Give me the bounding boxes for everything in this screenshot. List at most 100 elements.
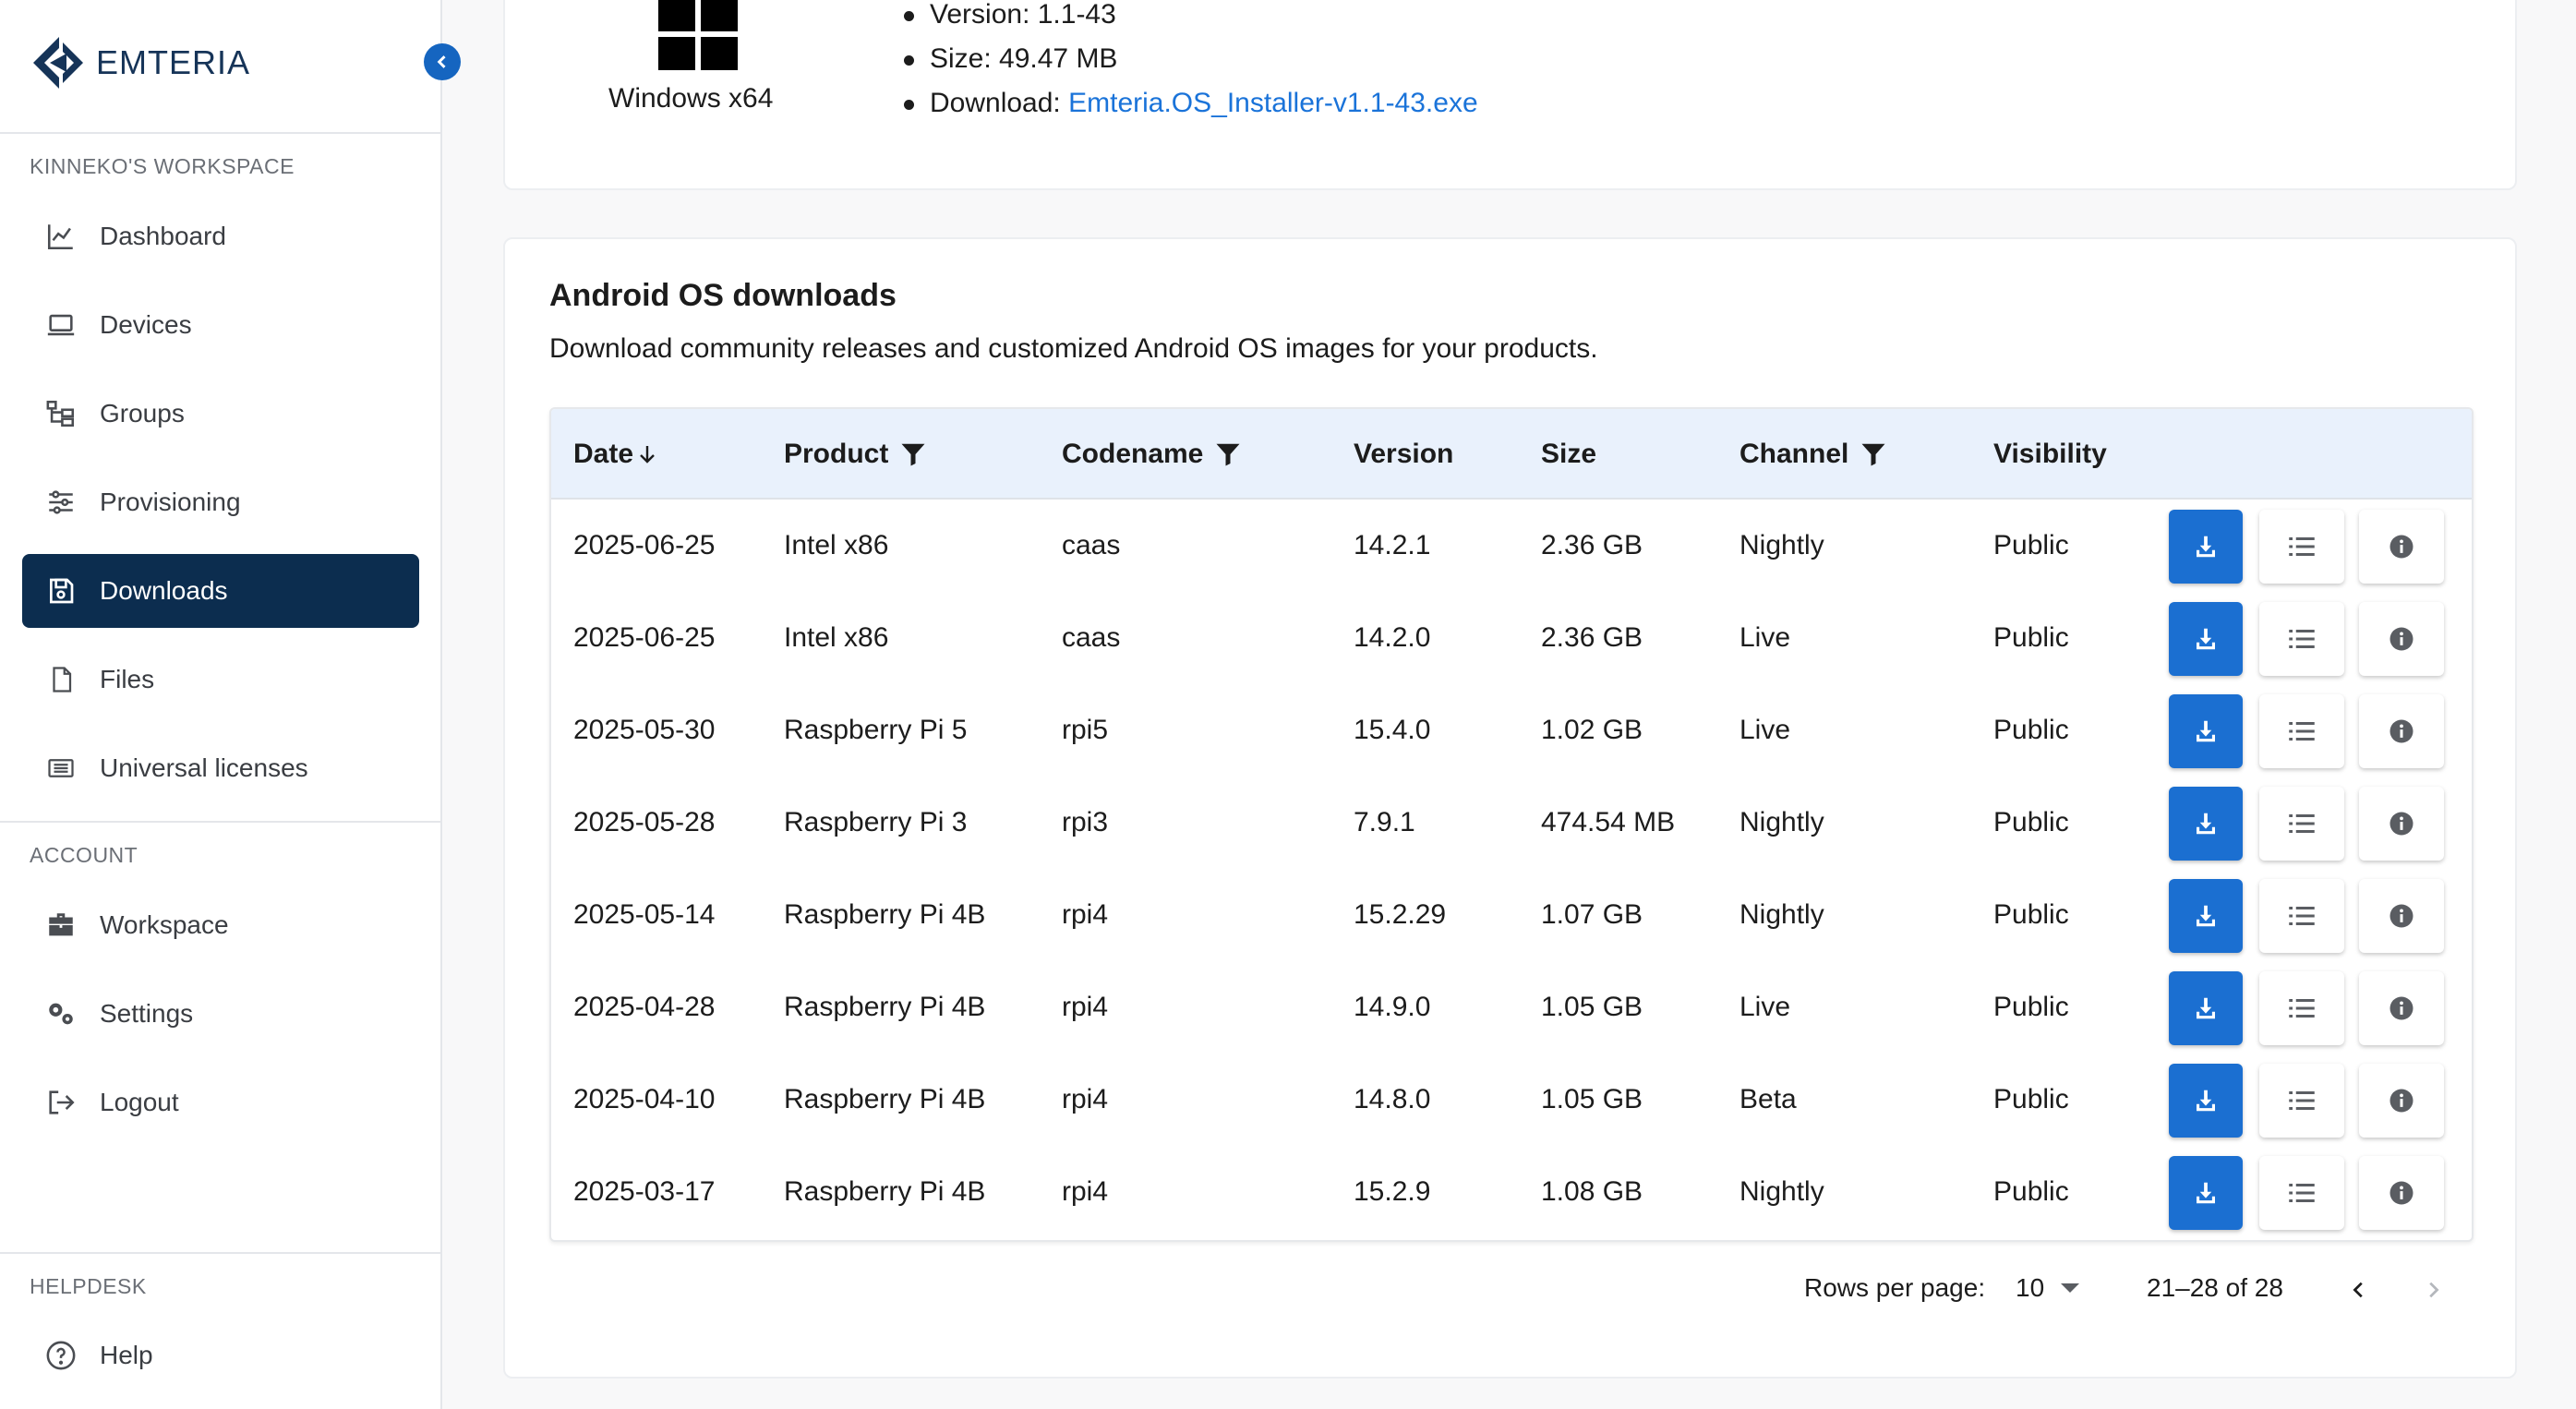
download-icon bbox=[2197, 628, 2215, 650]
cell-codename: rpi4 bbox=[1062, 899, 1109, 930]
chevron-left-icon bbox=[437, 55, 446, 68]
download-button[interactable] bbox=[2169, 694, 2243, 768]
cell-visibility: Public bbox=[1993, 992, 2069, 1022]
sidebar-item-files[interactable]: Files bbox=[22, 643, 419, 717]
collapse-sidebar-button[interactable] bbox=[424, 43, 461, 80]
download-button[interactable] bbox=[2169, 879, 2243, 953]
sidebar-item-logout[interactable]: Logout bbox=[22, 1066, 419, 1139]
info-icon bbox=[2389, 719, 2413, 743]
laptop-icon bbox=[41, 305, 81, 345]
column-header-size[interactable]: Size bbox=[1541, 409, 1596, 500]
list-icon bbox=[2289, 814, 2315, 833]
cell-product: Raspberry Pi 3 bbox=[784, 807, 968, 837]
sidebar-item-help[interactable]: Help bbox=[22, 1319, 419, 1392]
previous-page-button[interactable] bbox=[2341, 1271, 2377, 1308]
changelog-button[interactable] bbox=[2259, 602, 2344, 676]
cell-size: 1.08 GB bbox=[1541, 1176, 1643, 1207]
changelog-button[interactable] bbox=[2259, 1156, 2344, 1230]
table-row: 2025-05-30 Raspberry Pi 5 rpi5 15.4.0 1.02 G… bbox=[551, 684, 2472, 777]
divider bbox=[0, 821, 442, 823]
table-row: 2025-05-28 Raspberry Pi 3 rpi3 7.9.1 474.54 … bbox=[551, 777, 2472, 869]
cell-product: Intel x86 bbox=[784, 622, 889, 653]
download-button[interactable] bbox=[2169, 510, 2243, 584]
details-button[interactable] bbox=[2359, 602, 2444, 676]
gears-icon bbox=[41, 994, 81, 1034]
table-row: 2025-04-28 Raspberry Pi 4B rpi4 14.9.0 1.05 … bbox=[551, 961, 2472, 1054]
sidebar-item-groups[interactable]: Groups bbox=[22, 377, 419, 451]
android-downloads-card: Android OS downloads Download community … bbox=[503, 237, 2517, 1379]
sidebar-item-settings[interactable]: Settings bbox=[22, 977, 419, 1051]
changelog-button[interactable] bbox=[2259, 971, 2344, 1045]
filter-icon[interactable] bbox=[1214, 440, 1242, 468]
column-header-codename[interactable]: Codename bbox=[1062, 409, 1242, 500]
download-icon bbox=[2197, 997, 2215, 1019]
brand-logo[interactable]: EMTERIA bbox=[30, 33, 250, 92]
windows-logo-icon bbox=[658, 0, 738, 70]
column-header-channel[interactable]: Channel bbox=[1739, 409, 1887, 500]
filter-icon[interactable] bbox=[1860, 440, 1887, 468]
account-heading: ACCOUNT bbox=[30, 843, 138, 867]
filter-icon[interactable] bbox=[899, 440, 927, 468]
sliders-icon bbox=[41, 482, 81, 523]
sidebar-item-label: Downloads bbox=[100, 576, 228, 605]
column-header-product[interactable]: Product bbox=[784, 409, 927, 500]
cell-version: 7.9.1 bbox=[1354, 807, 1415, 837]
download-button[interactable] bbox=[2169, 1156, 2243, 1230]
details-button[interactable] bbox=[2359, 879, 2444, 953]
list-icon bbox=[2289, 1184, 2315, 1202]
changelog-button[interactable] bbox=[2259, 879, 2344, 953]
changelog-button[interactable] bbox=[2259, 787, 2344, 861]
sidebar-item-universal-licenses[interactable]: Universal licenses bbox=[22, 731, 419, 805]
brand-name: EMTERIA bbox=[96, 43, 251, 81]
cell-visibility: Public bbox=[1993, 899, 2069, 930]
chart-line-icon bbox=[41, 216, 81, 257]
workspace-heading: KINNEKO'S WORKSPACE bbox=[30, 154, 295, 178]
download-button[interactable] bbox=[2169, 787, 2243, 861]
changelog-button[interactable] bbox=[2259, 1064, 2344, 1138]
details-button[interactable] bbox=[2359, 787, 2444, 861]
chevron-right-icon bbox=[2429, 1282, 2439, 1298]
sidebar-item-workspace[interactable]: Workspace bbox=[22, 888, 419, 962]
cell-size: 2.36 GB bbox=[1541, 530, 1643, 560]
details-button[interactable] bbox=[2359, 971, 2444, 1045]
info-icon bbox=[2389, 627, 2413, 651]
sidebar-item-label: Provisioning bbox=[100, 488, 241, 516]
download-button[interactable] bbox=[2169, 1064, 2243, 1138]
section-title: Android OS downloads bbox=[549, 278, 897, 313]
next-page-button[interactable] bbox=[2414, 1271, 2451, 1308]
sidebar-item-downloads[interactable]: Downloads bbox=[22, 554, 419, 628]
cell-codename: caas bbox=[1062, 530, 1121, 560]
cell-size: 474.54 MB bbox=[1541, 807, 1676, 837]
column-header-version[interactable]: Version bbox=[1354, 409, 1453, 500]
details-button[interactable] bbox=[2359, 694, 2444, 768]
downloads-table: Date Product Codename Version Size Chann… bbox=[549, 407, 2474, 1242]
cell-visibility: Public bbox=[1993, 807, 2069, 837]
sidebar-item-dashboard[interactable]: Dashboard bbox=[22, 199, 419, 273]
cell-product: Intel x86 bbox=[784, 530, 889, 560]
details-button[interactable] bbox=[2359, 1064, 2444, 1138]
column-header-date[interactable]: Date bbox=[573, 409, 656, 500]
rows-per-page-select[interactable]: 10 bbox=[2016, 1273, 2080, 1303]
installer-download-link[interactable]: Emteria.OS_Installer-v1.1-43.exe bbox=[1068, 88, 1478, 118]
download-button[interactable] bbox=[2169, 602, 2243, 676]
list-icon bbox=[2289, 722, 2315, 741]
column-header-visibility[interactable]: Visibility bbox=[1993, 409, 2107, 500]
details-button[interactable] bbox=[2359, 510, 2444, 584]
details-button[interactable] bbox=[2359, 1156, 2444, 1230]
download-button[interactable] bbox=[2169, 971, 2243, 1045]
helpdesk-heading: HELPDESK bbox=[30, 1274, 147, 1298]
sidebar-item-devices[interactable]: Devices bbox=[22, 288, 419, 362]
cell-size: 1.05 GB bbox=[1541, 1084, 1643, 1114]
download-icon bbox=[2197, 1090, 2215, 1112]
cell-version: 15.2.9 bbox=[1354, 1176, 1431, 1207]
info-icon bbox=[2389, 996, 2413, 1020]
changelog-button[interactable] bbox=[2259, 510, 2344, 584]
changelog-button[interactable] bbox=[2259, 694, 2344, 768]
emteria-logo-icon bbox=[33, 37, 83, 89]
installer-card: Windows x64 Version: 1.1-43 Size: 49.47 … bbox=[503, 0, 2517, 190]
download-icon bbox=[2197, 720, 2215, 742]
sidebar-item-provisioning[interactable]: Provisioning bbox=[22, 465, 419, 539]
platform-label: Windows x64 bbox=[608, 83, 774, 114]
sidebar-item-label: Files bbox=[100, 665, 155, 693]
info-icon bbox=[2389, 1089, 2413, 1113]
